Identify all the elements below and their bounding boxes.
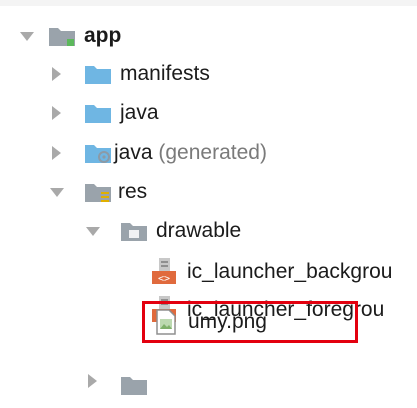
generated-suffix: (generated): [158, 141, 267, 164]
resources-folder-icon: [85, 184, 111, 202]
chevron-right-icon[interactable]: [52, 106, 61, 120]
folder-icon: [121, 223, 147, 241]
folder-icon: [121, 377, 147, 395]
chevron-down-icon[interactable]: [20, 32, 34, 41]
tree-row-drawable[interactable]: drawable: [0, 212, 417, 250]
module-folder-icon: [49, 28, 75, 46]
tree-row-java-generated[interactable]: java (generated): [0, 134, 417, 172]
tree-label-drawable: drawable: [156, 219, 242, 242]
tree-label-java: java: [120, 101, 159, 124]
svg-text:<>: <>: [158, 274, 170, 285]
generated-folder-icon: [85, 145, 111, 163]
chevron-down-icon[interactable]: [86, 227, 100, 236]
folder-icon: [85, 105, 111, 123]
tree-row-java[interactable]: java: [0, 94, 417, 132]
chevron-right-icon[interactable]: [88, 374, 97, 388]
top-edge: [0, 0, 417, 6]
tree-label-app: app: [84, 24, 122, 47]
tree-label-res: res: [118, 180, 148, 203]
tree-row-partial[interactable]: [0, 370, 417, 408]
folder-icon: [85, 66, 111, 84]
tree-label-ic-launcher-background: ic_launcher_backgrou: [187, 260, 393, 283]
tree-row-manifests[interactable]: manifests: [0, 55, 417, 93]
chevron-down-icon[interactable]: [50, 188, 64, 197]
tree-label-java-generated: java (generated): [114, 141, 267, 164]
chevron-right-icon[interactable]: [52, 146, 61, 160]
xml-file-icon: <>: [152, 258, 176, 285]
tree-row-ic-launcher-background[interactable]: <> ic_launcher_backgrou: [0, 253, 417, 291]
chevron-right-icon[interactable]: [52, 67, 61, 81]
tree-row-res[interactable]: res: [0, 173, 417, 211]
tree-row-app[interactable]: app: [0, 17, 417, 55]
tree-label-manifests: manifests: [120, 62, 210, 85]
highlight-box: [142, 301, 358, 343]
